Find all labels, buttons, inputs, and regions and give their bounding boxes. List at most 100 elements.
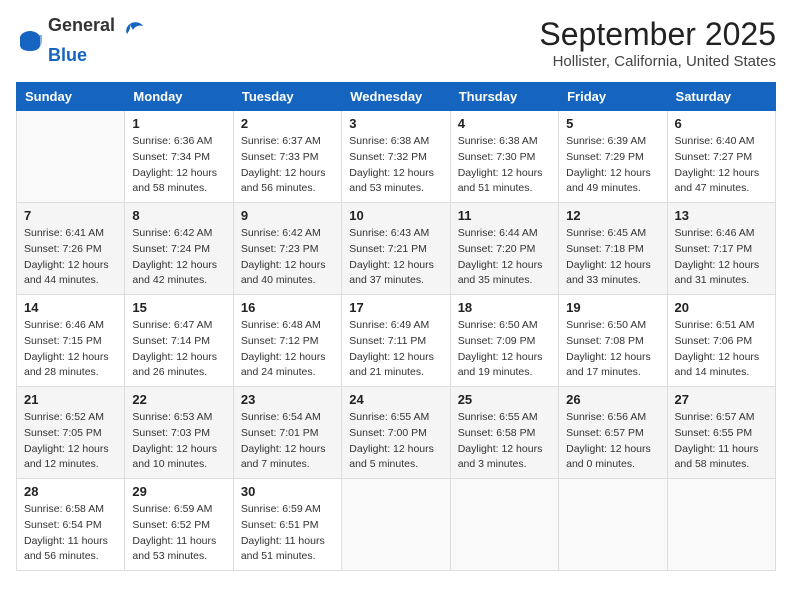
day-info: Sunrise: 6:44 AMSunset: 7:20 PMDaylight:… [458,226,551,289]
day-number: 10 [349,208,442,223]
calendar-day-cell [17,111,125,203]
calendar-day-cell: 25 Sunrise: 6:55 AMSunset: 6:58 PMDayligh… [450,387,558,479]
calendar-day-cell: 29 Sunrise: 6:59 AMSunset: 6:52 PMDayligh… [125,479,233,571]
logo-icon [16,27,44,55]
day-info: Sunrise: 6:38 AMSunset: 7:32 PMDaylight:… [349,134,442,197]
day-info: Sunrise: 6:37 AMSunset: 7:33 PMDaylight:… [241,134,334,197]
day-number: 5 [566,116,659,131]
calendar-week-row: 1Sunrise: 6:36 AMSunset: 7:34 PMDaylight… [17,111,776,203]
day-number: 30 [241,484,334,499]
day-number: 22 [132,392,225,407]
day-number: 15 [132,300,225,315]
calendar-day-cell: 9 Sunrise: 6:42 AMSunset: 7:23 PMDaylight… [233,203,341,295]
day-number: 17 [349,300,442,315]
calendar-week-row: 14 Sunrise: 6:46 AMSunset: 7:15 PMDayligh… [17,295,776,387]
month-title: September 2025 [539,16,776,53]
title-block: September 2025 Hollister, California, Un… [539,16,776,70]
calendar-week-row: 28 Sunrise: 6:58 AMSunset: 6:54 PMDayligh… [17,479,776,571]
calendar-day-cell [559,479,667,571]
day-number: 25 [458,392,551,407]
day-number: 6 [675,116,768,131]
day-number: 13 [675,208,768,223]
day-info: Sunrise: 6:43 AMSunset: 7:21 PMDaylight:… [349,226,442,289]
day-number: 24 [349,392,442,407]
calendar-day-cell: 13 Sunrise: 6:46 AMSunset: 7:17 PMDayligh… [667,203,775,295]
day-info: Sunrise: 6:45 AMSunset: 7:18 PMDaylight:… [566,226,659,289]
calendar-day-cell: 18 Sunrise: 6:50 AMSunset: 7:09 PMDayligh… [450,295,558,387]
day-info: Sunrise: 6:47 AMSunset: 7:14 PMDaylight:… [132,318,225,381]
calendar-day-cell: 4Sunrise: 6:38 AMSunset: 7:30 PMDaylight… [450,111,558,203]
day-info: Sunrise: 6:54 AMSunset: 7:01 PMDaylight:… [241,410,334,473]
calendar-day-cell: 7Sunrise: 6:41 AMSunset: 7:26 PMDaylight… [17,203,125,295]
day-info: Sunrise: 6:51 AMSunset: 7:06 PMDaylight:… [675,318,768,381]
day-info: Sunrise: 6:36 AMSunset: 7:34 PMDaylight:… [132,134,225,197]
weekday-header-thursday: Thursday [450,83,558,111]
calendar-day-cell: 15 Sunrise: 6:47 AMSunset: 7:14 PMDayligh… [125,295,233,387]
location: Hollister, California, United States [539,53,776,70]
day-info: Sunrise: 6:42 AMSunset: 7:24 PMDaylight:… [132,226,225,289]
calendar-day-cell: 11 Sunrise: 6:44 AMSunset: 7:20 PMDayligh… [450,203,558,295]
calendar-day-cell: 12 Sunrise: 6:45 AMSunset: 7:18 PMDayligh… [559,203,667,295]
calendar-day-cell: 17Sunrise: 6:49 AMSunset: 7:11 PMDayligh… [342,295,450,387]
day-info: Sunrise: 6:42 AMSunset: 7:23 PMDaylight:… [241,226,334,289]
logo-general: General [48,16,115,46]
calendar-day-cell: 19 Sunrise: 6:50 AMSunset: 7:08 PMDayligh… [559,295,667,387]
weekday-header-sunday: Sunday [17,83,125,111]
day-info: Sunrise: 6:56 AMSunset: 6:57 PMDaylight:… [566,410,659,473]
logo: General Blue [16,16,145,66]
calendar-week-row: 21 Sunrise: 6:52 AMSunset: 7:05 PMDayligh… [17,387,776,479]
day-info: Sunrise: 6:40 AMSunset: 7:27 PMDaylight:… [675,134,768,197]
calendar-day-cell: 1Sunrise: 6:36 AMSunset: 7:34 PMDaylight… [125,111,233,203]
day-number: 28 [24,484,117,499]
day-info: Sunrise: 6:50 AMSunset: 7:09 PMDaylight:… [458,318,551,381]
day-number: 23 [241,392,334,407]
calendar-day-cell: 22Sunrise: 6:53 AMSunset: 7:03 PMDayligh… [125,387,233,479]
calendar-day-cell: 26 Sunrise: 6:56 AMSunset: 6:57 PMDayligh… [559,387,667,479]
day-number: 20 [675,300,768,315]
day-number: 3 [349,116,442,131]
day-number: 21 [24,392,117,407]
calendar-day-cell: 20 Sunrise: 6:51 AMSunset: 7:06 PMDayligh… [667,295,775,387]
day-info: Sunrise: 6:55 AMSunset: 6:58 PMDaylight:… [458,410,551,473]
calendar-day-cell: 30 Sunrise: 6:59 AMSunset: 6:51 PMDayligh… [233,479,341,571]
day-number: 18 [458,300,551,315]
day-number: 26 [566,392,659,407]
calendar-table: SundayMondayTuesdayWednesdayThursdayFrid… [16,82,776,571]
calendar-day-cell: 3 Sunrise: 6:38 AMSunset: 7:32 PMDaylight… [342,111,450,203]
day-number: 4 [458,116,551,131]
weekday-header-friday: Friday [559,83,667,111]
calendar-day-cell [342,479,450,571]
day-info: Sunrise: 6:50 AMSunset: 7:08 PMDaylight:… [566,318,659,381]
day-info: Sunrise: 6:48 AMSunset: 7:12 PMDaylight:… [241,318,334,381]
day-info: Sunrise: 6:46 AMSunset: 7:15 PMDaylight:… [24,318,117,381]
calendar-day-cell: 27Sunrise: 6:57 AMSunset: 6:55 PMDayligh… [667,387,775,479]
day-number: 12 [566,208,659,223]
calendar-day-cell: 5Sunrise: 6:39 AMSunset: 7:29 PMDaylight… [559,111,667,203]
day-number: 19 [566,300,659,315]
calendar-day-cell: 2 Sunrise: 6:37 AMSunset: 7:33 PMDaylight… [233,111,341,203]
calendar-day-cell: 14 Sunrise: 6:46 AMSunset: 7:15 PMDayligh… [17,295,125,387]
weekday-header-saturday: Saturday [667,83,775,111]
calendar-day-cell: 23 Sunrise: 6:54 AMSunset: 7:01 PMDayligh… [233,387,341,479]
logo-bird-icon [115,16,145,46]
calendar-day-cell: 21 Sunrise: 6:52 AMSunset: 7:05 PMDayligh… [17,387,125,479]
day-info: Sunrise: 6:41 AMSunset: 7:26 PMDaylight:… [24,226,117,289]
logo-text: General Blue [48,16,145,66]
weekday-header-monday: Monday [125,83,233,111]
day-number: 29 [132,484,225,499]
day-info: Sunrise: 6:52 AMSunset: 7:05 PMDaylight:… [24,410,117,473]
day-info: Sunrise: 6:58 AMSunset: 6:54 PMDaylight:… [24,502,117,565]
calendar-header-row: SundayMondayTuesdayWednesdayThursdayFrid… [17,83,776,111]
calendar-day-cell: 8Sunrise: 6:42 AMSunset: 7:24 PMDaylight… [125,203,233,295]
calendar-day-cell: 24Sunrise: 6:55 AMSunset: 7:00 PMDayligh… [342,387,450,479]
day-number: 14 [24,300,117,315]
day-number: 11 [458,208,551,223]
day-number: 2 [241,116,334,131]
day-info: Sunrise: 6:59 AMSunset: 6:52 PMDaylight:… [132,502,225,565]
day-number: 9 [241,208,334,223]
calendar-day-cell: 28 Sunrise: 6:58 AMSunset: 6:54 PMDayligh… [17,479,125,571]
day-info: Sunrise: 6:59 AMSunset: 6:51 PMDaylight:… [241,502,334,565]
calendar-day-cell: 6 Sunrise: 6:40 AMSunset: 7:27 PMDaylight… [667,111,775,203]
logo-blue: Blue [48,45,87,65]
day-info: Sunrise: 6:46 AMSunset: 7:17 PMDaylight:… [675,226,768,289]
